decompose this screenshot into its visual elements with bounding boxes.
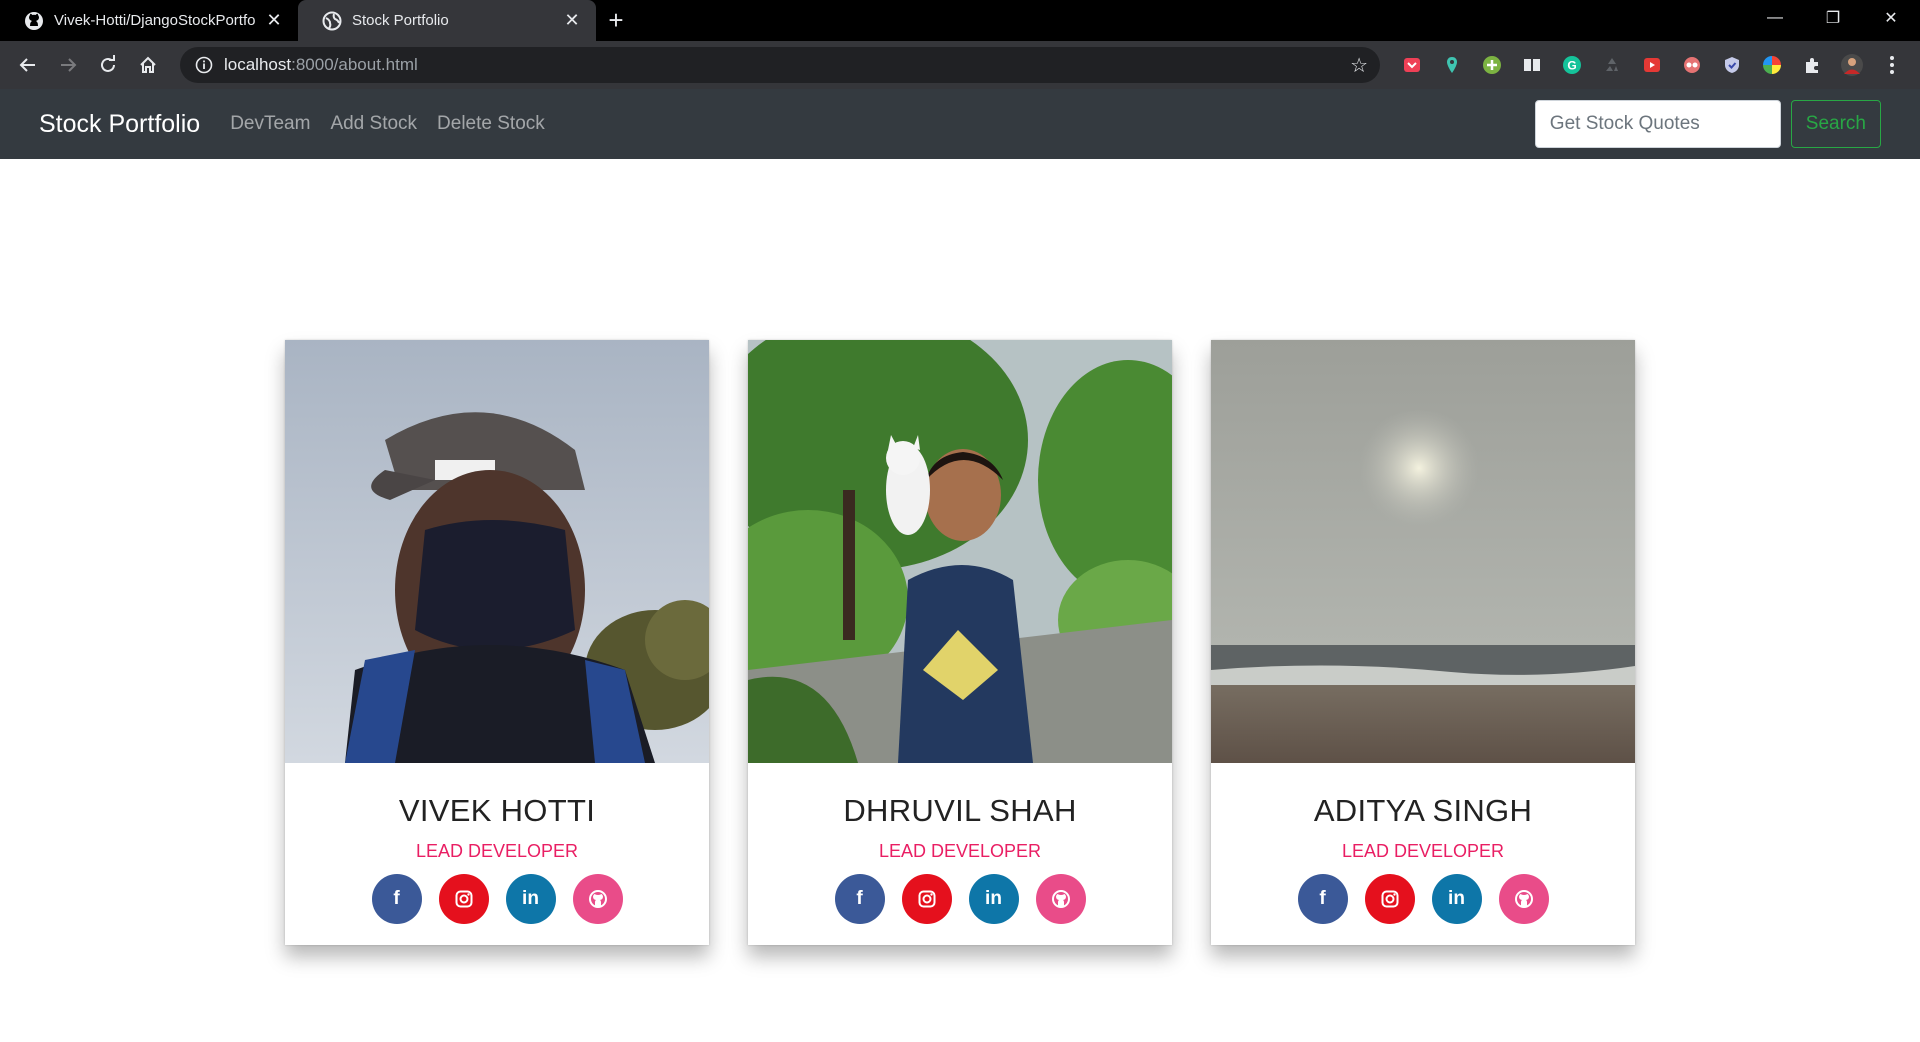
dev-team-section: VIVEK HOTTI LEAD DEVELOPER f in DHRUVIL … [285, 340, 1635, 945]
recycle-extension-icon[interactable] [1592, 45, 1632, 85]
social-links: f in [1297, 874, 1549, 924]
member-role: LEAD DEVELOPER [415, 841, 579, 861]
browser-toolbar: localhost:8000/about.html ☆ G [0, 41, 1920, 89]
profile-avatar-icon[interactable] [1832, 45, 1872, 85]
reader-extension-icon[interactable] [1512, 45, 1552, 85]
linkedin-icon[interactable]: in [1431, 874, 1482, 924]
site-navbar: Stock Portfolio DevTeam Add Stock Delete… [0, 89, 1920, 159]
site-info-icon[interactable] [194, 55, 214, 75]
member-role: LEAD DEVELOPER [1341, 841, 1505, 861]
url-path: :8000/about.html [291, 55, 418, 74]
svg-text:G: G [1567, 59, 1576, 73]
instagram-icon[interactable] [1364, 874, 1415, 924]
member-photo [748, 340, 1172, 763]
facebook-icon[interactable]: f [834, 874, 885, 924]
shield-extension-icon[interactable] [1712, 45, 1752, 85]
team-member-card: ADITYA SINGH LEAD DEVELOPER f in [1211, 340, 1635, 945]
instagram-icon[interactable] [901, 874, 952, 924]
github-icon[interactable] [1035, 874, 1086, 924]
privacy-extension-icon[interactable] [1672, 45, 1712, 85]
restore-icon[interactable]: ❐ [1804, 0, 1862, 36]
navbar-brand[interactable]: Stock Portfolio [39, 110, 200, 139]
home-icon[interactable] [128, 45, 168, 85]
github-icon[interactable] [572, 874, 623, 924]
nav-link-add-stock[interactable]: Add Stock [330, 113, 417, 135]
forward-icon[interactable] [48, 45, 88, 85]
facebook-icon[interactable]: f [371, 874, 422, 924]
member-name: VIVEK HOTTI [398, 793, 596, 828]
tab-title: Vivek-Hotti/DjangoStockPortfolio [54, 12, 256, 29]
search-button[interactable]: Search [1790, 100, 1881, 148]
close-window-icon[interactable]: ✕ [1862, 0, 1920, 36]
social-links: f in [834, 874, 1086, 924]
color-picker-extension-icon[interactable] [1752, 45, 1792, 85]
grammarly-extension-icon[interactable]: G [1552, 45, 1592, 85]
tab-title: Stock Portfolio [352, 12, 449, 29]
nav-link-devteam[interactable]: DevTeam [230, 113, 310, 135]
member-name: ADITYA SINGH [1313, 793, 1533, 828]
close-icon[interactable]: ✕ [562, 10, 582, 31]
member-photo [1211, 340, 1635, 763]
linkedin-icon[interactable]: in [968, 874, 1019, 924]
url-text: localhost:8000/about.html [224, 55, 1350, 75]
window-controls: — ❐ ✕ [1746, 0, 1920, 41]
facebook-icon[interactable]: f [1297, 874, 1348, 924]
minimize-icon[interactable]: — [1746, 0, 1804, 36]
url-host: localhost [224, 55, 292, 74]
browser-tab-strip: Vivek-Hotti/DjangoStockPortfolio ✕ Stock… [0, 0, 1920, 41]
github-icon[interactable] [1498, 874, 1549, 924]
member-role: LEAD DEVELOPER [878, 841, 1042, 861]
member-name: DHRUVIL SHAH [843, 793, 1077, 828]
video-extension-icon[interactable] [1632, 45, 1672, 85]
browser-tab-github[interactable]: Vivek-Hotti/DjangoStockPortfolio ✕ [0, 0, 298, 41]
linkedin-icon[interactable]: in [505, 874, 556, 924]
instagram-icon[interactable] [438, 874, 489, 924]
extensions-bar: G [1392, 45, 1912, 85]
pocket-extension-icon[interactable] [1392, 45, 1432, 85]
browser-tab-stock-portfolio[interactable]: Stock Portfolio ✕ [298, 0, 596, 41]
team-member-card: DHRUVIL SHAH LEAD DEVELOPER f in [748, 340, 1172, 945]
stock-quote-search-input[interactable] [1534, 100, 1781, 148]
bookmark-star-icon[interactable]: ☆ [1350, 53, 1368, 78]
address-bar[interactable]: localhost:8000/about.html ☆ [180, 47, 1380, 83]
back-icon[interactable] [8, 45, 48, 85]
close-icon[interactable]: ✕ [264, 10, 284, 31]
member-photo [285, 340, 709, 763]
team-member-card: VIVEK HOTTI LEAD DEVELOPER f in [285, 340, 709, 945]
github-icon [24, 11, 44, 31]
globe-icon [322, 11, 342, 31]
new-tab-button[interactable]: + [596, 0, 636, 41]
puzzle-extensions-icon[interactable] [1792, 45, 1832, 85]
social-links: f in [371, 874, 623, 924]
location-extension-icon[interactable] [1432, 45, 1472, 85]
browser-menu-icon[interactable] [1872, 45, 1912, 85]
plus-extension-icon[interactable] [1472, 45, 1512, 85]
nav-link-delete-stock[interactable]: Delete Stock [437, 113, 545, 135]
reload-icon[interactable] [88, 45, 128, 85]
